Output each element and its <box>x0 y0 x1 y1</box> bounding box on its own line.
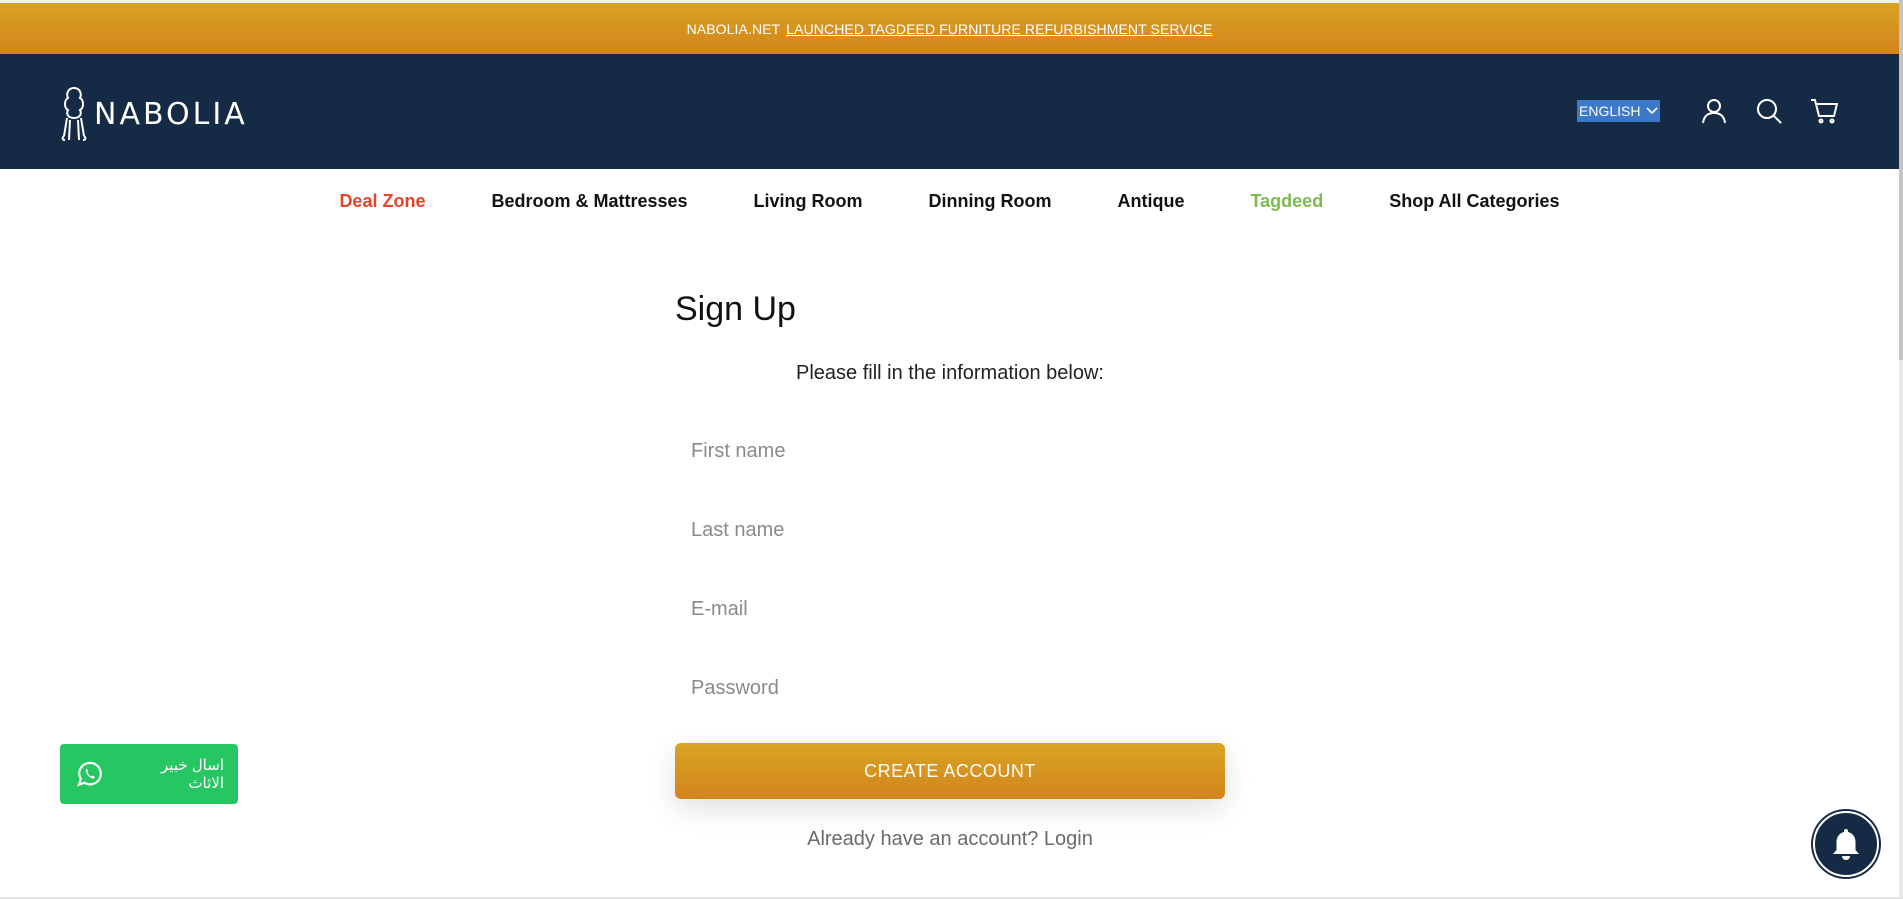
signup-form: Sign Up Please fill in the information b… <box>675 290 1225 850</box>
whatsapp-label: اسال خبير الاثاث <box>161 757 224 792</box>
whatsapp-chat-button[interactable]: اسال خبير الاثاث <box>60 744 238 804</box>
nav-item-antique[interactable]: Antique <box>1118 191 1185 212</box>
site-logo[interactable]: NABOLIA <box>58 86 248 142</box>
search-icon[interactable] <box>1754 96 1784 126</box>
notification-bell-button[interactable] <box>1813 811 1879 877</box>
login-prompt[interactable]: Already have an account? Login <box>675 828 1225 851</box>
login-link[interactable]: Already have an account? Login <box>807 828 1093 850</box>
nav-item-dinning-room[interactable]: Dinning Room <box>929 191 1052 212</box>
nav-item-bedroom-mattresses[interactable]: Bedroom & Mattresses <box>491 191 687 212</box>
whatsapp-icon <box>77 761 102 787</box>
last-name-field[interactable] <box>675 502 1225 558</box>
chair-logo-icon <box>61 86 87 141</box>
language-label: ENGLISH <box>1579 103 1641 119</box>
form-subtitle: Please fill in the information below: <box>796 362 1104 384</box>
nav-item-shop-all-categories[interactable]: Shop All Categories <box>1389 191 1559 212</box>
email-field[interactable] <box>675 581 1225 637</box>
nav-item-deal-zone[interactable]: Deal Zone <box>339 191 425 212</box>
chevron-down-icon <box>1646 107 1659 115</box>
bell-icon <box>1833 829 1859 860</box>
announcement-link[interactable]: LAUNCHED TAGDEED FURNITURE REFURBISHMENT… <box>786 21 1212 37</box>
cart-icon[interactable] <box>1809 96 1839 126</box>
account-icon[interactable] <box>1699 96 1729 126</box>
announcement-bar: NABOLIA.NET LAUNCHED TAGDEED FURNITURE R… <box>0 3 1899 54</box>
language-selector[interactable]: ENGLISH <box>1577 100 1661 122</box>
scrollbar-thumb[interactable] <box>1899 0 1903 360</box>
page-title: Sign Up <box>675 290 796 328</box>
announcement-brand: NABOLIA.NET <box>686 20 781 37</box>
main-nav: Deal Zone Bedroom & Mattresses Living Ro… <box>0 169 1899 234</box>
nav-item-tagdeed[interactable]: Tagdeed <box>1251 191 1324 212</box>
site-header: NABOLIA ENGLISH <box>0 54 1899 169</box>
first-name-field[interactable] <box>675 423 1225 479</box>
page-scrollbar[interactable] <box>1899 0 1903 899</box>
password-field[interactable] <box>675 660 1225 716</box>
create-account-button[interactable]: CREATE ACCOUNT <box>675 743 1225 799</box>
logo-text: NABOLIA <box>94 96 248 132</box>
nav-item-living-room[interactable]: Living Room <box>754 191 863 212</box>
